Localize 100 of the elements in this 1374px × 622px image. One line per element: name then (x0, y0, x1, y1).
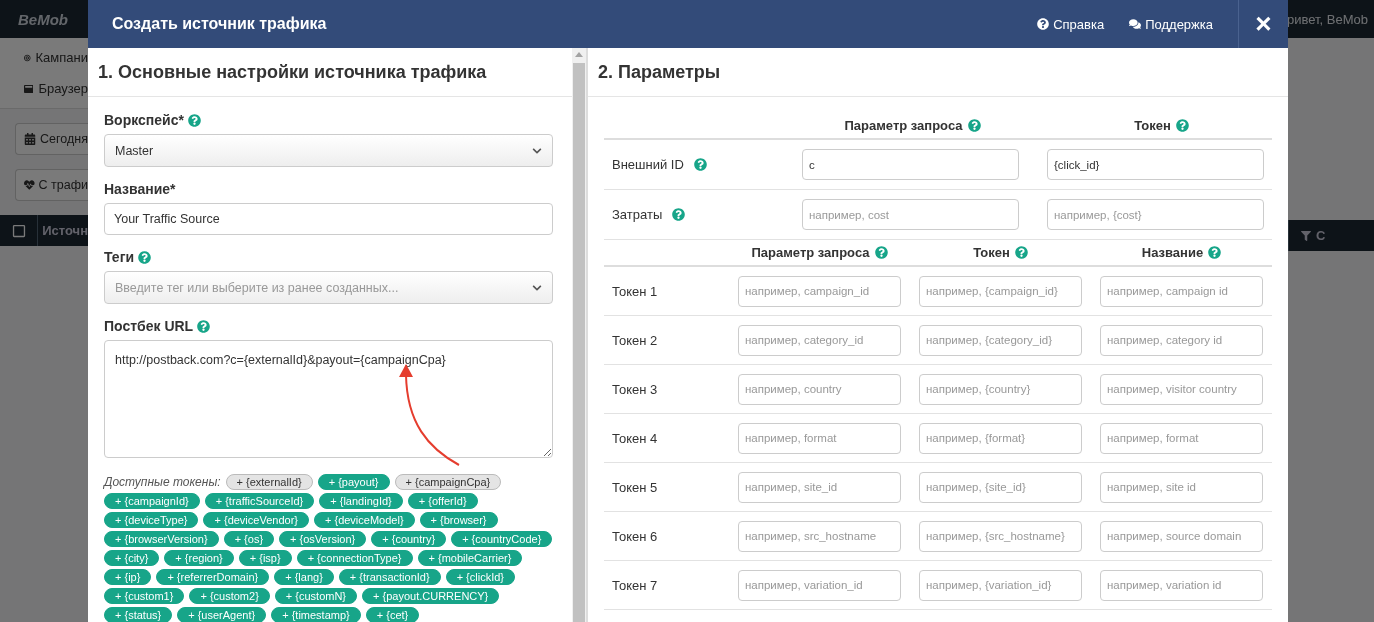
token-chip[interactable]: + {deviceModel} (314, 512, 415, 528)
token-chip[interactable]: + {isp} (238, 550, 292, 566)
token-chip[interactable]: + {cet} (365, 607, 420, 622)
column-header: Токен (1134, 117, 1171, 133)
name-input[interactable]: Your Traffic Source (104, 203, 553, 235)
token-input[interactable]: например, {site_id} (919, 471, 1082, 503)
column-header: Параметр запроса (751, 245, 870, 260)
name-input[interactable]: например, variation id (1100, 569, 1263, 601)
token-chip[interactable]: + {countryCode} (451, 531, 553, 547)
token-chip[interactable]: + {status} (104, 607, 173, 622)
nav-item[interactable]: Браузер (38, 81, 88, 96)
token-chip[interactable]: + {clickId} (445, 569, 515, 585)
support-link[interactable]: Поддержка (1129, 16, 1213, 32)
param-input[interactable]: например, campaign_id (738, 275, 901, 307)
modal-title: Создать источник трафика (112, 15, 328, 33)
name-input[interactable]: например, visitor country (1100, 373, 1263, 405)
token-chip[interactable]: + {browserVersion} (104, 531, 219, 547)
chevron-down-icon[interactable] (532, 145, 542, 156)
param-input[interactable]: например, format (738, 422, 901, 454)
param-input[interactable]: например, src_hostname (738, 520, 901, 552)
help-link[interactable]: Справка (1037, 16, 1105, 32)
filter-icon[interactable] (1301, 230, 1311, 241)
help-icon[interactable] (874, 246, 888, 259)
name-input[interactable]: например, source domain (1100, 520, 1263, 552)
token-chip[interactable]: + {os} (223, 531, 275, 547)
token-chip[interactable]: + {campaignId} (104, 493, 200, 509)
token-chip[interactable]: + {region} (164, 550, 234, 566)
row-label: Токен 6 (612, 528, 658, 544)
name-input[interactable]: например, site id (1100, 471, 1263, 503)
param-input[interactable]: например, cost (802, 199, 1019, 230)
help-icon[interactable] (1014, 246, 1028, 259)
token-input[interactable]: например, {variation_id} (919, 569, 1082, 601)
token-chip[interactable]: + {mobileCarrier} (417, 550, 523, 566)
token-chip[interactable]: + {customN} (274, 588, 358, 604)
field-label: Название* (104, 181, 176, 197)
name-input[interactable]: например, category id (1100, 324, 1263, 356)
token-chip[interactable]: + {deviceVendor} (203, 512, 309, 528)
param-input[interactable]: c (802, 149, 1019, 180)
greeting: ривет, BeMob (1287, 11, 1368, 27)
token-input[interactable]: например, {format} (919, 422, 1082, 454)
filter-button[interactable]: Сегодня (15, 123, 88, 155)
token-input[interactable]: например, {campaign_id} (919, 275, 1082, 307)
scrollbar-thumb[interactable] (573, 63, 585, 622)
name-input[interactable]: например, format (1100, 422, 1263, 454)
token-chip[interactable]: + {ip} (104, 569, 152, 585)
token-chip[interactable]: + {custom1} (104, 588, 185, 604)
token-input[interactable]: {click_id} (1047, 149, 1264, 180)
param-input[interactable]: например, country (738, 373, 901, 405)
help-icon[interactable] (967, 118, 981, 132)
token-chip[interactable]: + {city} (104, 550, 160, 566)
token-chip[interactable]: + {campaignCpa} (394, 474, 502, 490)
help-icon[interactable] (693, 158, 707, 171)
help-icon[interactable] (1175, 118, 1189, 132)
token-chip[interactable]: + {lang} (274, 569, 334, 585)
token-input[interactable]: например, {country} (919, 373, 1082, 405)
token-chip[interactable]: + {connectionType} (296, 550, 413, 566)
help-icon[interactable] (187, 113, 201, 127)
close-button[interactable]: × (1238, 0, 1288, 48)
column-header: Название (1141, 245, 1204, 260)
token-input[interactable]: например, {category_id} (919, 324, 1082, 356)
chevron-down-icon[interactable] (532, 282, 542, 293)
section-heading: 1. Основные настройки источника трафика (88, 48, 572, 97)
token-chip[interactable]: + {custom2} (189, 588, 270, 604)
token-chip[interactable]: + {externalId} (225, 474, 313, 490)
tags-select[interactable]: Введите тег или выберите из ранее созданных... (104, 271, 553, 304)
checkbox-icon[interactable] (11, 223, 26, 238)
token-chip[interactable]: + {payout} (317, 474, 390, 490)
param-input[interactable]: например, site_id (738, 471, 901, 503)
field-label: Постбек URL (104, 318, 194, 334)
token-chip[interactable]: + {trafficSourceId} (204, 493, 315, 509)
field-label: Теги (104, 249, 135, 265)
row-label: Внешний ID (612, 157, 684, 172)
token-chip[interactable]: + {country} (371, 531, 447, 547)
help-icon[interactable] (672, 208, 686, 221)
name-input[interactable]: например, campaign id (1100, 275, 1263, 307)
scroll-up-icon[interactable] (575, 52, 583, 57)
token-chip[interactable]: + {landingId} (319, 493, 403, 509)
filter-button[interactable]: С трафи (15, 169, 88, 201)
param-input[interactable]: например, variation_id (738, 569, 901, 601)
token-chip[interactable]: + {osVersion} (279, 531, 367, 547)
token-chip[interactable]: + {payout.CURRENCY} (362, 588, 500, 604)
workspace-select[interactable]: Master (104, 134, 553, 167)
calendar-icon (24, 133, 36, 145)
token-chip[interactable]: + {deviceType} (104, 512, 199, 528)
help-icon[interactable] (138, 250, 152, 264)
row-label: Токен 2 (612, 332, 658, 348)
token-chip[interactable]: + {userAgent} (177, 607, 267, 622)
token-chip[interactable]: + {browser} (419, 512, 498, 528)
help-icon[interactable] (1208, 246, 1222, 259)
token-chip[interactable]: + {timestamp} (271, 607, 361, 622)
postback-url-textarea[interactable]: http://postback.com?c={externalId}&payout={campaignCpa} (104, 340, 553, 458)
token-input[interactable]: например, {cost} (1047, 199, 1264, 230)
param-input[interactable]: например, category_id (738, 324, 901, 356)
token-input[interactable]: например, {src_hostname} (919, 520, 1082, 552)
token-chip[interactable]: + {transactionId} (338, 569, 441, 585)
column-header: C (1316, 228, 1326, 243)
help-icon[interactable] (197, 319, 211, 333)
token-chip[interactable]: + {referrerDomain} (156, 569, 270, 585)
nav-item[interactable]: Кампани (35, 50, 88, 65)
token-chip[interactable]: + {offerId} (407, 493, 478, 509)
